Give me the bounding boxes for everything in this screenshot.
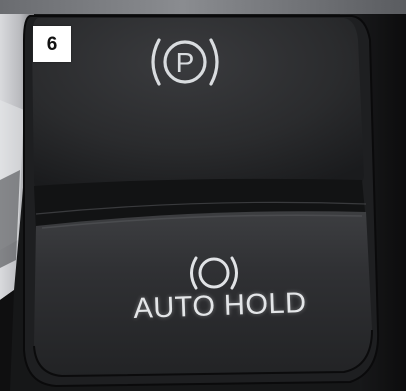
parking-brake-symbol: P — [176, 47, 195, 78]
switch-panel-photo: 6 P AUTO HOLD — [0, 0, 406, 391]
step-number-badge: 6 — [33, 26, 71, 62]
parking-brake-icon[interactable]: P — [143, 30, 227, 94]
auto-hold-label: AUTO HOLD — [132, 286, 308, 326]
step-number: 6 — [46, 33, 58, 55]
